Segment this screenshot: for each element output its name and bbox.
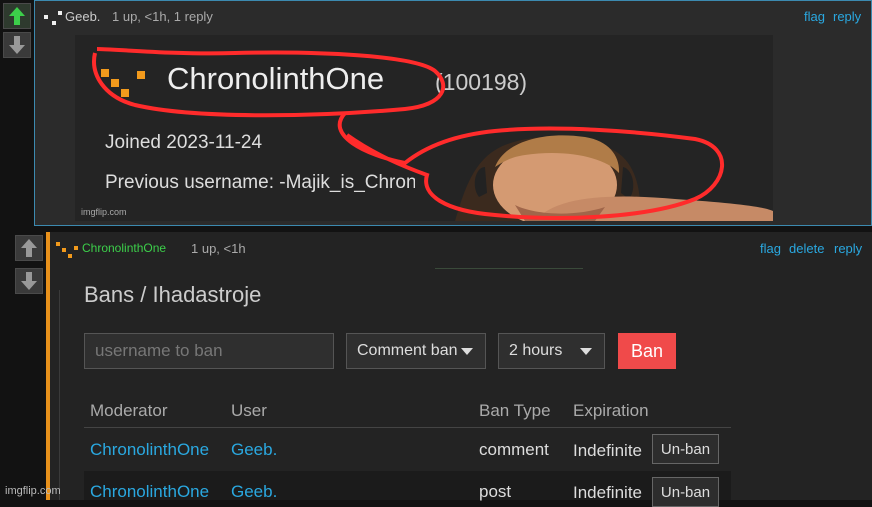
chevron-down-icon xyxy=(461,348,473,355)
row-expiration: Indefinite xyxy=(573,441,642,460)
row-user-link[interactable]: Geeb. xyxy=(231,482,277,502)
row-ban-type: comment xyxy=(479,440,549,459)
ban-button[interactable]: Ban xyxy=(618,333,676,369)
comment-author[interactable]: Geeb. xyxy=(65,9,100,24)
reply-downvote-button[interactable] xyxy=(15,268,43,294)
footer-watermark: imgflip.com xyxy=(5,485,61,497)
ban-type-value: Comment ban xyxy=(357,342,458,359)
upvote-button[interactable] xyxy=(3,3,31,29)
reply-user-flair-icon xyxy=(56,240,80,258)
upvote-arrow-icon xyxy=(9,7,25,25)
reply-author[interactable]: ChronolinthOne xyxy=(82,241,166,255)
downvote-button[interactable] xyxy=(3,32,31,58)
panel-left-border xyxy=(59,290,60,500)
column-moderator: Moderator xyxy=(90,401,168,420)
duration-value: 2 hours xyxy=(509,342,563,359)
reply-delete-link[interactable]: delete xyxy=(789,241,824,256)
chevron-down-icon xyxy=(580,348,592,355)
reply-vote-column xyxy=(15,235,43,294)
username-placeholder: username to ban xyxy=(95,341,223,360)
unban-button[interactable]: Un-ban xyxy=(652,477,719,507)
upvote-arrow-icon xyxy=(21,239,37,257)
row-moderator-link[interactable]: ChronolinthOne xyxy=(90,440,209,460)
column-ban-type: Ban Type xyxy=(479,401,551,420)
unban-button[interactable]: Un-ban xyxy=(652,434,719,464)
unban-label: Un-ban xyxy=(660,440,711,458)
duration-select[interactable]: 2 hours xyxy=(498,333,605,369)
comment-meta: 1 up, <1h, 1 reply xyxy=(112,9,213,24)
downvote-arrow-icon xyxy=(9,36,25,54)
reply-upvote-button[interactable] xyxy=(15,235,43,261)
top-comment: Geeb. 1 up, <1h, 1 reply flag reply Chro… xyxy=(34,0,872,226)
flag-link[interactable]: flag xyxy=(804,9,825,24)
embedded-profile-image: ChronolinthOne (100198) Joined 2023-11-2… xyxy=(75,35,773,221)
downvote-arrow-icon xyxy=(21,272,37,290)
username-input[interactable]: username to ban xyxy=(84,333,334,369)
red-highlight-markup xyxy=(92,47,725,220)
divider-line xyxy=(435,268,583,269)
row-moderator-link[interactable]: ChronolinthOne xyxy=(90,482,209,502)
column-user: User xyxy=(231,401,267,420)
user-flair-icon xyxy=(44,11,64,25)
unban-label: Un-ban xyxy=(660,483,711,501)
ban-panel-title: Bans / Ihadastroje xyxy=(84,282,262,307)
ban-type-select[interactable]: Comment ban xyxy=(346,333,486,369)
row-ban-type: post xyxy=(479,482,512,501)
row-user-link[interactable]: Geeb. xyxy=(231,440,277,460)
reply-flag-link[interactable]: flag xyxy=(760,241,781,256)
reply-meta: 1 up, <1h xyxy=(191,241,246,256)
row-expiration: Indefinite xyxy=(573,483,642,502)
reply-link[interactable]: reply xyxy=(833,9,861,24)
table-header-divider xyxy=(84,427,731,428)
ban-button-label: Ban xyxy=(630,340,664,361)
reply-reply-link[interactable]: reply xyxy=(834,241,862,256)
top-vote-column xyxy=(3,3,31,58)
column-expiration: Expiration xyxy=(573,401,649,420)
